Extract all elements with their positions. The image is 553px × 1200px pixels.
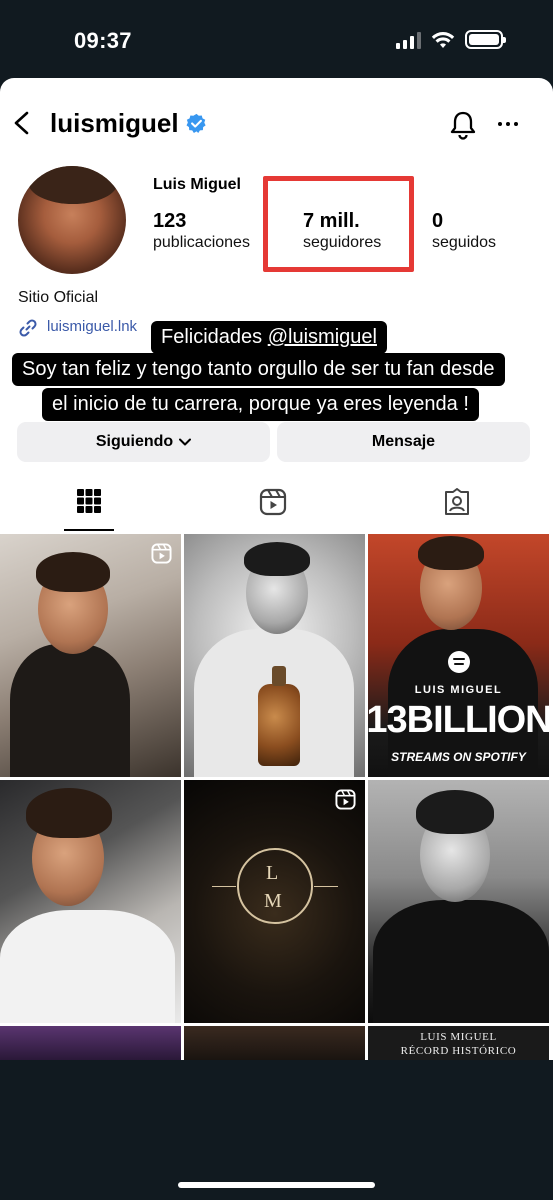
tab-posts-grid[interactable] bbox=[64, 488, 114, 532]
link-icon bbox=[19, 319, 37, 337]
post-thumbnail-5[interactable]: L M bbox=[184, 780, 365, 1023]
notifications-bell-icon[interactable] bbox=[449, 110, 477, 140]
tab-reels[interactable] bbox=[248, 488, 298, 532]
post-thumbnail-3[interactable]: LUIS MIGUEL 13BILLION STREAMS ON SPOTIFY bbox=[368, 534, 549, 777]
reel-badge-icon bbox=[151, 543, 172, 564]
message-button[interactable]: Mensaje bbox=[277, 422, 530, 462]
post-thumbnail-8[interactable] bbox=[184, 1026, 365, 1060]
stat-following[interactable]: 0 seguidos bbox=[432, 210, 496, 252]
post9-line1: LUIS MIGUEL bbox=[420, 1031, 497, 1043]
following-button-label: Siguiendo bbox=[95, 433, 174, 450]
post-thumbnail-7[interactable] bbox=[0, 1026, 181, 1060]
posts-grid: LUIS MIGUEL 13BILLION STREAMS ON SPOTIFY… bbox=[0, 534, 553, 1060]
profile-header: luismiguel bbox=[50, 108, 207, 139]
monogram-l: L bbox=[266, 862, 279, 884]
stat-posts[interactable]: 123 publicaciones bbox=[153, 210, 250, 252]
chevron-down-icon bbox=[179, 438, 192, 446]
post-thumbnail-1[interactable] bbox=[0, 534, 181, 777]
tagged-icon bbox=[445, 488, 469, 515]
tab-tagged[interactable] bbox=[432, 488, 482, 532]
home-indicator[interactable] bbox=[178, 1182, 375, 1188]
bottle-image bbox=[258, 666, 300, 766]
following-count: 0 bbox=[432, 210, 444, 232]
post-thumbnail-2[interactable] bbox=[184, 534, 365, 777]
following-button[interactable]: Siguiendo bbox=[17, 422, 270, 462]
profile-link[interactable]: luismiguel.lnk bbox=[47, 318, 137, 335]
post-thumbnail-4[interactable] bbox=[0, 780, 181, 1023]
post-thumbnail-9[interactable]: LUIS MIGUEL RÉCORD HISTÓRICO bbox=[368, 1026, 549, 1060]
reels-icon bbox=[259, 488, 287, 516]
post3-subline: STREAMS ON SPOTIFY bbox=[391, 750, 526, 764]
story-caption-line-1: Felicidades @luismiguel bbox=[151, 321, 387, 354]
post3-headline: 13BILLION bbox=[368, 699, 549, 741]
verified-badge-icon bbox=[186, 113, 206, 133]
followers-highlight-box bbox=[263, 176, 414, 272]
active-tab-indicator bbox=[64, 529, 114, 531]
status-icons bbox=[396, 30, 506, 49]
caption-mention[interactable]: @luismiguel bbox=[268, 326, 377, 348]
status-bar: 09:37 bbox=[0, 0, 553, 78]
story-caption-line-2: Soy tan feliz y tengo tanto orgullo de s… bbox=[12, 353, 505, 386]
profile-display-name: Luis Miguel bbox=[153, 176, 241, 193]
posts-count: 123 bbox=[153, 210, 187, 232]
following-label: seguidos bbox=[432, 234, 497, 251]
profile-bio: Sitio Oficial bbox=[18, 289, 99, 306]
profile-sheet: luismiguel Luis Miguel 123 publicaciones… bbox=[0, 78, 553, 1060]
back-icon[interactable] bbox=[12, 111, 32, 135]
more-options-icon[interactable] bbox=[498, 122, 518, 126]
posts-label: publicaciones bbox=[153, 234, 250, 251]
monogram-m: M bbox=[264, 890, 282, 912]
message-button-label: Mensaje bbox=[371, 433, 436, 450]
reel-badge-icon bbox=[335, 789, 356, 810]
avatar[interactable] bbox=[18, 166, 126, 274]
story-caption-line-3: el inicio de tu carrera, porque ya eres … bbox=[42, 388, 479, 421]
battery-icon bbox=[465, 30, 506, 49]
post-thumbnail-6[interactable] bbox=[368, 780, 549, 1023]
caption-greeting: Felicidades bbox=[161, 326, 268, 348]
wifi-icon bbox=[431, 31, 455, 48]
post3-artist: LUIS MIGUEL bbox=[414, 684, 503, 696]
status-time: 09:37 bbox=[74, 28, 132, 53]
profile-username: luismiguel bbox=[50, 108, 179, 138]
signal-icon bbox=[396, 31, 421, 49]
spotify-icon bbox=[448, 651, 470, 673]
post9-line2: RÉCORD HISTÓRICO bbox=[400, 1045, 517, 1057]
grid-icon bbox=[77, 489, 101, 513]
